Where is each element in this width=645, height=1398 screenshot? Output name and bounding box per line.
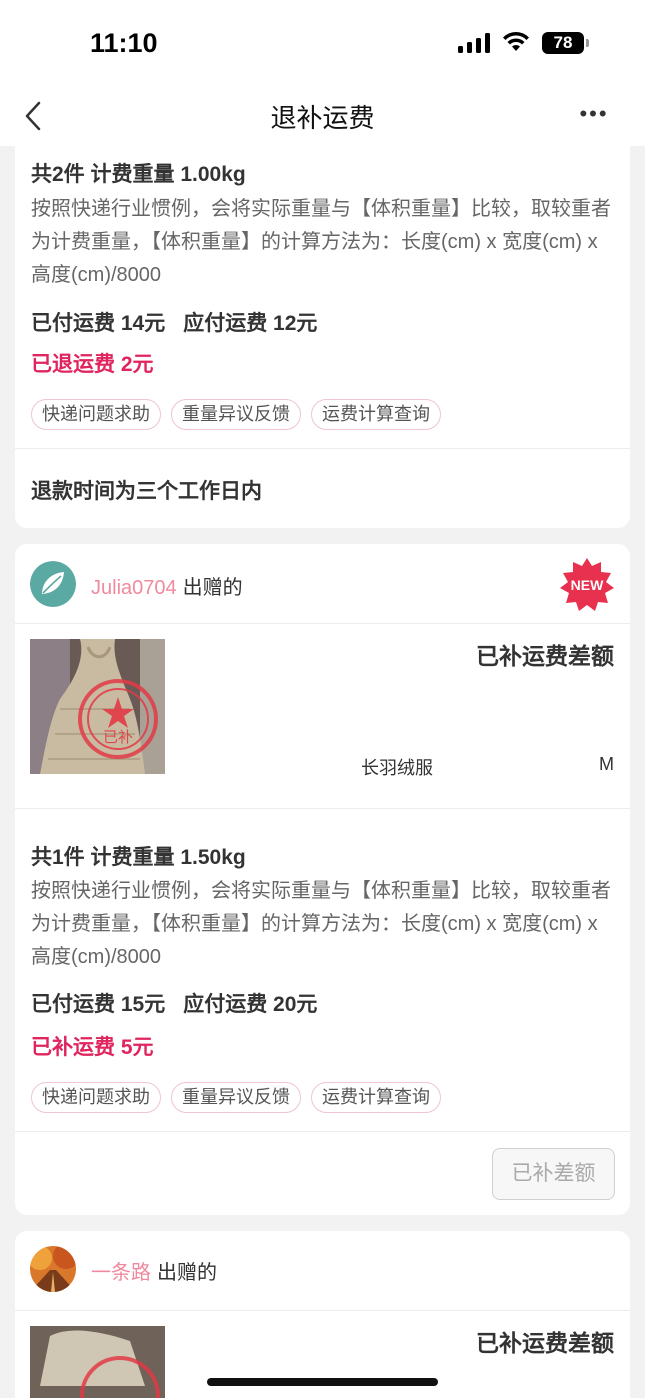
stamp-text: 已补 xyxy=(103,728,133,746)
refund-amount: 已退运费 2元 xyxy=(31,353,154,376)
donated-label: 出赠的 xyxy=(182,577,243,599)
shipping-card-2: Julia0704 出赠的 NEW 已补 已补运费差额 长羽绒服 M 共1件 计费… xyxy=(15,544,630,1215)
avatar[interactable] xyxy=(30,1246,76,1292)
chip-delivery-help[interactable]: 快递问题求助 xyxy=(31,1082,161,1113)
wifi-icon xyxy=(503,31,529,51)
chip-weight-dispute[interactable]: 重量异议反馈 xyxy=(171,1082,301,1113)
new-badge-icon: NEW xyxy=(560,558,614,611)
battery-tip xyxy=(586,39,589,47)
battery-icon: 78 xyxy=(542,32,584,54)
item-size: M xyxy=(599,754,614,774)
new-badge-text: NEW xyxy=(571,577,604,593)
divider xyxy=(15,623,630,624)
divider xyxy=(15,448,630,449)
due-fee: 应付运费 12元 xyxy=(183,312,318,335)
shipping-card-1: 共2件 计费重量 1.00kg 按照快递行业惯例，会将实际重量与【体积重量】比较… xyxy=(15,146,630,528)
signal-icon xyxy=(458,33,490,53)
item-thumbnail[interactable] xyxy=(30,1326,165,1398)
more-dots-icon[interactable]: ••• xyxy=(578,102,610,126)
donor-line: 一条路 出赠的 xyxy=(91,1256,217,1285)
item-name: 长羽绒服 xyxy=(361,758,433,778)
fee-summary: 已付运费 14元 应付运费 12元 xyxy=(31,307,317,337)
weight-description: 按照快递行业惯例，会将实际重量与【体积重量】比较，取较重者为计费重量，【体积重量… xyxy=(31,880,611,968)
refund-time-note: 退款时间为三个工作日内 xyxy=(31,480,262,503)
billing-weight: 共1件 计费重量 1.50kg xyxy=(31,846,246,869)
chip-fee-calc[interactable]: 运费计算查询 xyxy=(311,1082,441,1113)
chip-weight-dispute[interactable]: 重量异议反馈 xyxy=(171,399,301,430)
username-link[interactable]: 一条路 xyxy=(91,1262,151,1284)
paid-fee: 已付运费 15元 xyxy=(31,993,166,1016)
chip-delivery-help[interactable]: 快递问题求助 xyxy=(31,399,161,430)
status-bar: 11:10 78 xyxy=(0,0,645,88)
donated-label: 出赠的 xyxy=(157,1262,217,1284)
order-status: 已补运费差额 xyxy=(476,1330,614,1356)
divider xyxy=(15,808,630,809)
help-chips: 快递问题求助 重量异议反馈 运费计算查询 xyxy=(31,1082,441,1113)
donor-line: Julia0704 出赠的 xyxy=(91,571,243,600)
order-status: 已补运费差额 xyxy=(476,643,614,669)
home-indicator[interactable] xyxy=(207,1378,438,1386)
help-chips: 快递问题求助 重量异议反馈 运费计算查询 xyxy=(31,399,441,430)
username-link[interactable]: Julia0704 xyxy=(91,577,177,599)
fee-summary: 已付运费 15元 应付运费 20元 xyxy=(31,988,317,1018)
status-time: 11:10 xyxy=(90,28,158,58)
supplement-done-button[interactable]: 已补差额 xyxy=(492,1148,615,1200)
avatar[interactable] xyxy=(30,561,76,607)
due-fee: 应付运费 20元 xyxy=(183,993,318,1016)
divider xyxy=(15,1131,630,1132)
divider xyxy=(15,1310,630,1311)
billing-weight: 共2件 计费重量 1.00kg xyxy=(31,163,246,186)
chip-fee-calc[interactable]: 运费计算查询 xyxy=(311,399,441,430)
weight-description: 按照快递行业惯例，会将实际重量与【体积重量】比较，取较重者为计费重量，【体积重量… xyxy=(31,198,611,286)
supplement-amount: 已补运费 5元 xyxy=(31,1036,154,1059)
shipping-card-3: 一条路 出赠的 已补运费差额 xyxy=(15,1231,630,1398)
item-thumbnail[interactable]: 已补 xyxy=(30,639,165,774)
paid-fee: 已付运费 14元 xyxy=(31,312,166,335)
page-title: 退补运费 xyxy=(270,103,375,133)
nav-bar: 退补运费 ••• xyxy=(0,88,645,146)
